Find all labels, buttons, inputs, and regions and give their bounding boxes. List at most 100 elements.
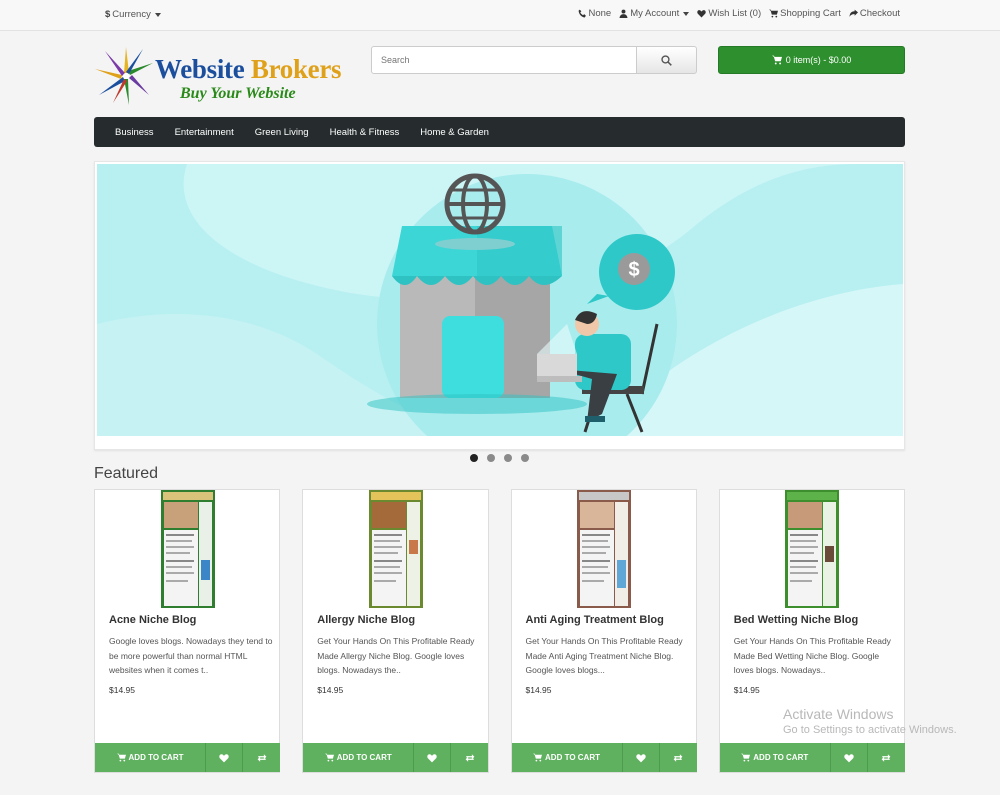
compare-button[interactable]	[867, 743, 905, 772]
product-description: Get Your Hands On This Profitable Ready …	[733, 636, 891, 675]
product-price: $14.95	[733, 685, 760, 695]
nav-item-entertainment[interactable]: Entertainment	[175, 127, 234, 138]
search-bar	[371, 46, 697, 74]
product-image[interactable]	[128, 490, 247, 608]
cart-summary-label: 0 item(s) - $0.00	[785, 55, 852, 65]
compare-button[interactable]	[451, 743, 489, 772]
slide-illustration: $	[97, 164, 903, 436]
product-description: Google loves blogs. Nowadays they tend t…	[109, 636, 273, 675]
product-card: Allergy Niche Blog Get Your Hands On Thi…	[302, 489, 489, 773]
product-name[interactable]: Allergy Niche Blog	[317, 614, 415, 626]
search-input[interactable]	[371, 46, 637, 74]
cart-icon	[324, 753, 334, 762]
nav-item-green-living[interactable]: Green Living	[255, 127, 309, 138]
product-actions: ADD TO CART	[511, 743, 697, 772]
currency-label: Currency	[112, 9, 151, 20]
product-image[interactable]	[544, 490, 664, 608]
add-to-cart-label: ADD TO CART	[128, 753, 184, 762]
shopping-cart-label: Shopping Cart	[780, 8, 841, 19]
add-to-cart-label: ADD TO CART	[753, 753, 809, 762]
add-to-wishlist-button[interactable]	[830, 743, 868, 772]
slider-dot-3[interactable]	[504, 454, 512, 462]
wish-list-link[interactable]: Wish List (0)	[697, 8, 761, 19]
site-screenshot-thumbnail	[368, 490, 423, 608]
exchange-icon	[465, 753, 475, 762]
watermark-title: Activate Windows	[783, 706, 894, 722]
exchange-icon	[673, 753, 683, 762]
add-to-wishlist-button[interactable]	[414, 743, 452, 772]
site-logo[interactable]: Website Brokers Buy Your Website	[93, 45, 351, 107]
logo-tagline: Buy Your Website	[180, 85, 296, 102]
wish-list-label: Wish List (0)	[708, 8, 762, 19]
currency-dropdown[interactable]: $ Currency	[105, 9, 161, 20]
top-bar: $ Currency None My Account Wish List (0)…	[0, 0, 1000, 31]
heart-icon	[844, 753, 854, 762]
heart-icon	[219, 753, 229, 762]
checkout-link[interactable]: Checkout	[849, 8, 900, 19]
add-to-cart-label: ADD TO CART	[545, 753, 600, 762]
product-image[interactable]	[752, 490, 872, 608]
banner-slider[interactable]: $	[94, 161, 905, 450]
checkout-label: Checkout	[859, 8, 900, 19]
share-arrow-icon	[849, 9, 858, 17]
site-screenshot-thumbnail	[577, 490, 631, 608]
exchange-icon	[257, 753, 266, 762]
nav-item-home-garden[interactable]: Home & Garden	[420, 127, 489, 138]
add-to-cart-button[interactable]: ADD TO CART	[303, 743, 415, 772]
heart-icon	[427, 753, 437, 762]
top-links: None My Account Wish List (0) Shopping C…	[578, 8, 900, 19]
product-price: $14.95	[317, 685, 344, 695]
windows-activation-watermark: Activate Windows Go to Settings to activ…	[783, 706, 957, 736]
product-card: Anti Aging Treatment Blog Get Your Hands…	[510, 489, 697, 773]
add-to-wishlist-button[interactable]	[622, 743, 660, 772]
watermark-subtitle: Go to Settings to activate Windows.	[783, 724, 957, 736]
phone-icon	[578, 9, 586, 18]
featured-heading: Featured	[94, 465, 159, 482]
product-description: Get Your Hands On This Profitable Ready …	[317, 636, 475, 675]
heart-icon	[697, 10, 707, 18]
cart-icon	[741, 753, 751, 762]
product-price: $14.95	[109, 685, 135, 695]
cart-summary-button[interactable]: 0 item(s) - $0.00	[718, 46, 905, 74]
site-screenshot-thumbnail	[785, 490, 840, 608]
slider-dot-4[interactable]	[521, 454, 529, 462]
cart-icon	[771, 55, 782, 65]
logo-title: Website Brokers	[155, 54, 342, 85]
exchange-icon	[881, 753, 891, 762]
product-name[interactable]: Acne Niche Blog	[109, 614, 196, 626]
nav-item-business[interactable]: Business	[115, 127, 154, 138]
logo-word-brokers: Brokers	[250, 54, 342, 84]
product-name[interactable]: Bed Wetting Niche Blog	[734, 614, 858, 626]
phone-label: None	[588, 8, 612, 19]
product-name[interactable]: Anti Aging Treatment Blog	[526, 614, 664, 626]
online-store-illustration: $	[97, 164, 903, 436]
compare-button[interactable]	[659, 743, 697, 772]
add-to-cart-button[interactable]: ADD TO CART	[95, 743, 206, 772]
my-account-link[interactable]: My Account	[619, 8, 690, 19]
slider-dot-2[interactable]	[487, 454, 495, 462]
currency-symbol: $	[105, 9, 111, 20]
logo-word-website: Website	[155, 54, 245, 84]
cart-icon	[116, 753, 126, 762]
product-actions: ADD TO CART	[303, 743, 489, 772]
svg-text:$: $	[628, 259, 639, 281]
heart-icon	[635, 753, 646, 762]
add-to-cart-label: ADD TO CART	[336, 753, 392, 762]
slider-pagination	[470, 454, 529, 462]
add-to-cart-button[interactable]: ADD TO CART	[511, 743, 623, 772]
logo-star-icon	[95, 47, 153, 105]
shopping-cart-link[interactable]: Shopping Cart	[769, 8, 841, 19]
chevron-down-icon	[683, 11, 690, 16]
site-screenshot-thumbnail	[160, 490, 215, 608]
product-image[interactable]	[336, 490, 456, 608]
slider-dot-1[interactable]	[470, 454, 478, 462]
phone-link[interactable]: None	[578, 8, 612, 19]
compare-button[interactable]	[243, 743, 280, 772]
add-to-wishlist-button[interactable]	[206, 743, 243, 772]
search-button[interactable]	[637, 46, 697, 74]
user-icon	[619, 9, 628, 18]
add-to-cart-button[interactable]: ADD TO CART	[719, 743, 831, 772]
my-account-label: My Account	[630, 8, 680, 19]
nav-item-health-fitness[interactable]: Health & Fitness	[330, 127, 400, 138]
product-actions: ADD TO CART	[95, 743, 280, 772]
